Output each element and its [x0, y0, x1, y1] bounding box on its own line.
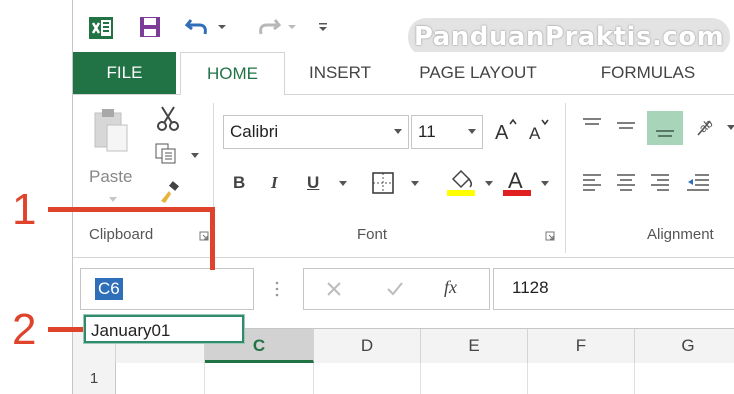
redo-icon[interactable]: [255, 16, 281, 38]
align-bottom-button[interactable]: [647, 111, 683, 145]
undo-icon[interactable]: [185, 16, 211, 38]
cell[interactable]: [205, 363, 314, 394]
screenshot: 1 2 PanduanPraktis.com FILE HOME INSERT …: [0, 0, 734, 394]
underline-dropdown-icon[interactable]: [339, 181, 347, 186]
group-separator: [565, 103, 566, 253]
cell[interactable]: [314, 363, 421, 394]
name-box-value[interactable]: C6: [95, 278, 123, 300]
tab-home[interactable]: HOME: [180, 52, 285, 96]
font-launcher-icon[interactable]: [545, 231, 555, 241]
align-center-icon[interactable]: [615, 171, 637, 193]
borders-dropdown-icon[interactable]: [411, 181, 419, 186]
annotation-2: 2: [12, 305, 37, 354]
undo-dropdown-icon[interactable]: [217, 24, 227, 30]
formula-value: 1128: [512, 278, 549, 297]
align-middle-icon[interactable]: [615, 115, 637, 137]
formula-input[interactable]: 1128: [493, 268, 734, 310]
fill-color-icon[interactable]: [447, 167, 475, 197]
copy-dropdown-icon[interactable]: [191, 153, 199, 158]
bold-button[interactable]: B: [233, 171, 245, 195]
column-header-d[interactable]: D: [314, 329, 421, 363]
annotation-line-2: [48, 327, 86, 332]
tab-formulas[interactable]: FORMULAS: [583, 52, 713, 94]
decrease-font-icon[interactable]: A: [525, 117, 551, 143]
tab-insert[interactable]: INSERT: [295, 52, 385, 94]
redo-dropdown-icon[interactable]: [287, 24, 297, 30]
svg-text:A: A: [508, 168, 523, 193]
tab-page-layout[interactable]: PAGE LAYOUT: [403, 52, 553, 94]
svg-text:A: A: [529, 124, 541, 143]
clipboard-group-label: Clipboard: [89, 226, 154, 243]
annotation-line-1: [48, 207, 214, 212]
cut-icon[interactable]: [157, 105, 179, 131]
enter-icon[interactable]: [386, 281, 404, 297]
orientation-dropdown-icon[interactable]: [727, 125, 734, 130]
column-header-f[interactable]: F: [528, 329, 635, 363]
customize-toolbar-icon[interactable]: [318, 22, 328, 32]
font-size-combo[interactable]: 11: [411, 115, 483, 149]
insert-function-icon[interactable]: fx: [444, 277, 457, 298]
paste-dropdown-icon[interactable]: [109, 197, 117, 202]
cancel-icon[interactable]: [326, 281, 342, 297]
cell[interactable]: [116, 363, 205, 394]
increase-font-icon[interactable]: A: [493, 117, 519, 143]
copy-icon[interactable]: [155, 143, 177, 165]
cell[interactable]: [528, 363, 635, 394]
borders-icon[interactable]: [371, 171, 395, 195]
name-entry-field[interactable]: January01: [84, 315, 244, 343]
font-color-dropdown-icon[interactable]: [541, 181, 549, 186]
svg-text:A: A: [495, 122, 509, 143]
align-bottom-icon: [656, 130, 674, 137]
grid-rows: 1: [73, 363, 734, 394]
font-family-dropdown-icon[interactable]: [394, 129, 402, 134]
formula-buttons: fx: [303, 268, 490, 310]
format-painter-icon[interactable]: [157, 181, 181, 205]
paste-icon[interactable]: [93, 107, 129, 153]
column-header-e[interactable]: E: [421, 329, 528, 363]
alignment-group-label: Alignment: [647, 226, 714, 243]
cell[interactable]: [421, 363, 528, 394]
align-top-icon[interactable]: [581, 115, 603, 137]
paste-label[interactable]: Paste: [89, 165, 132, 189]
excel-logo-icon: [89, 17, 113, 39]
annotation-line-1-drop: [210, 207, 215, 270]
row-header-1[interactable]: 1: [73, 363, 116, 394]
tab-file[interactable]: FILE: [73, 52, 176, 94]
font-color-icon[interactable]: A: [503, 167, 531, 197]
font-group-label: Font: [357, 226, 388, 243]
align-left-icon[interactable]: [581, 171, 603, 193]
ribbon-tabs: FILE HOME INSERT PAGE LAYOUT FORMULAS: [73, 52, 734, 96]
font-family-combo[interactable]: Calibri: [223, 115, 409, 149]
formula-bar-grip-icon[interactable]: [275, 280, 279, 298]
underline-button[interactable]: U: [307, 171, 319, 195]
font-family-value: Calibri: [230, 122, 279, 141]
decrease-indent-icon[interactable]: [685, 171, 711, 193]
save-icon[interactable]: [139, 16, 161, 38]
quick-access-toolbar: PanduanPraktis.com: [73, 0, 734, 56]
svg-text:ab: ab: [696, 116, 715, 136]
column-header-g[interactable]: G: [635, 329, 734, 363]
italic-button[interactable]: I: [271, 171, 278, 195]
watermark: PanduanPraktis.com: [408, 18, 730, 56]
fill-color-dropdown-icon[interactable]: [485, 181, 493, 186]
align-right-icon[interactable]: [649, 171, 671, 193]
orientation-icon[interactable]: ab: [695, 115, 721, 139]
clipboard-launcher-icon[interactable]: [199, 231, 209, 241]
annotation-1: 1: [12, 185, 37, 234]
ribbon: Paste Clipboard Calibri 11 A A B I U A F…: [73, 95, 734, 258]
font-size-value: 11: [418, 122, 436, 141]
font-size-dropdown-icon[interactable]: [468, 129, 476, 134]
